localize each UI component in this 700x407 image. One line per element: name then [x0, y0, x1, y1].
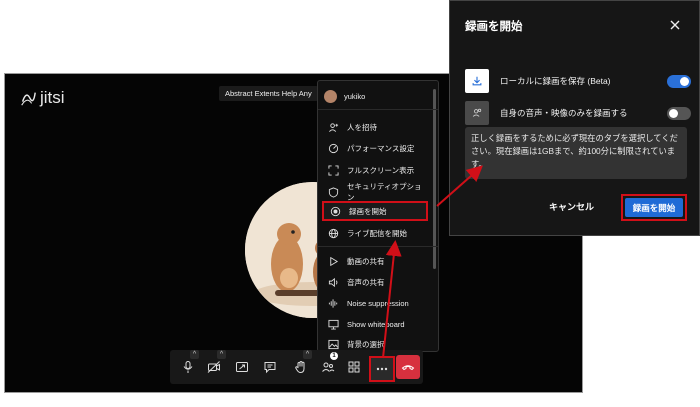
menu-item-label: Noise suppression	[347, 298, 409, 308]
grid-icon	[348, 361, 360, 373]
more-dots-icon	[376, 367, 388, 371]
cancel-button[interactable]: キャンセル	[549, 200, 594, 213]
camera-options-caret[interactable]: ^	[217, 350, 226, 359]
menu-item-share-video[interactable]: 動画の共有	[322, 251, 428, 271]
chat-icon	[264, 362, 276, 374]
image-icon	[328, 339, 339, 350]
logo-text: jitsi	[40, 88, 65, 107]
menu-divider	[318, 109, 438, 110]
mic-options-caret[interactable]: ^	[190, 350, 199, 359]
menu-item-label: 音声の共有	[347, 277, 385, 287]
chat-button[interactable]	[259, 356, 281, 378]
menu-item-fullscreen[interactable]: フルスクリーン表示	[322, 160, 428, 180]
jitsi-logo: jitsi	[19, 88, 65, 108]
start-recording-button-highlight: 録画を開始	[621, 194, 687, 221]
option-self-only: 自身の音声・映像のみを録画する	[465, 101, 691, 125]
camera-off-icon	[207, 361, 220, 373]
phone-hangup-icon	[401, 365, 415, 371]
toggle-knob	[680, 76, 689, 86]
menu-item-invite[interactable]: 人を招待	[322, 117, 428, 137]
more-actions-menu: yukiko 人を招待 パフォーマンス設定 フルスクリーン表示 セキュリティオプ…	[317, 80, 439, 352]
self-only-toggle[interactable]	[667, 106, 691, 120]
option-save-locally: ローカルに録画を保存 (Beta)	[465, 69, 691, 93]
menu-item-label: 背景の選択	[347, 339, 385, 349]
fullscreen-icon	[328, 164, 339, 176]
menu-item-start-recording[interactable]: 録画を開始	[322, 201, 428, 221]
participants-button[interactable]: 1	[317, 352, 339, 378]
microphone-button[interactable]	[177, 356, 199, 378]
menu-item-label: 録画を開始	[349, 206, 387, 216]
participants-icon	[322, 362, 335, 372]
menu-item-label: 人を招待	[347, 122, 377, 132]
download-icon	[465, 69, 489, 93]
close-icon[interactable]	[668, 18, 682, 32]
play-icon	[328, 256, 339, 267]
meeting-toolbar: ^ ^ ^ 1	[170, 350, 423, 384]
screen-share-icon	[236, 362, 248, 372]
menu-divider	[318, 246, 438, 247]
microphone-icon	[183, 361, 193, 373]
add-person-icon	[328, 122, 339, 133]
menu-item-label: セキュリティオプション	[347, 182, 422, 202]
waveform-icon	[328, 298, 339, 309]
raise-hand-button[interactable]	[290, 356, 312, 378]
menu-item-performance[interactable]: パフォーマンス設定	[322, 138, 428, 158]
whiteboard-icon	[328, 319, 339, 330]
menu-item-security[interactable]: セキュリティオプション	[322, 182, 428, 202]
jitsi-logo-icon	[21, 92, 36, 106]
user-name: yukiko	[344, 92, 366, 101]
gauge-icon	[328, 143, 339, 154]
option-save-locally-label: ローカルに録画を保存 (Beta)	[500, 76, 611, 86]
menu-item-label: Show whiteboard	[347, 319, 405, 329]
record-icon	[330, 206, 341, 217]
menu-item-label: フルスクリーン表示	[347, 165, 415, 175]
menu-item-label: 動画の共有	[347, 256, 385, 266]
hangup-button[interactable]	[396, 355, 420, 379]
shield-icon	[328, 186, 339, 198]
recording-notice: 正しく録画をするために必ず現在のタブを選択してください。現在録画は1GBまで、約…	[465, 127, 687, 179]
globe-icon	[328, 228, 339, 239]
menu-item-label: パフォーマンス設定	[347, 143, 415, 153]
user-avatar	[324, 90, 337, 103]
toggle-knob	[669, 108, 678, 118]
menu-item-share-audio[interactable]: 音声の共有	[322, 272, 428, 292]
menu-user: yukiko	[324, 90, 365, 103]
reactions-caret[interactable]: ^	[303, 350, 312, 359]
room-title: Abstract Extents Help Any	[219, 86, 318, 101]
camera-button[interactable]	[203, 356, 225, 378]
people-icon	[465, 101, 489, 125]
hand-icon	[295, 360, 305, 374]
menu-item-label: ライブ配信を開始	[347, 228, 407, 238]
menu-item-livestream[interactable]: ライブ配信を開始	[322, 223, 428, 243]
participant-count-badge: 1	[330, 352, 338, 360]
option-self-only-label: 自身の音声・映像のみを録画する	[500, 108, 628, 118]
start-recording-button[interactable]: 録画を開始	[625, 198, 683, 217]
tile-view-button[interactable]	[343, 356, 365, 378]
screen-share-button[interactable]	[231, 356, 253, 378]
more-actions-button[interactable]	[369, 356, 395, 382]
start-recording-dialog: 録画を開始 ローカルに録画を保存 (Beta) 自身の音声・映像のみを録画する …	[449, 0, 700, 236]
menu-item-noise-suppression[interactable]: Noise suppression	[322, 293, 428, 313]
dialog-title: 録画を開始	[465, 21, 523, 33]
speaker-icon	[328, 277, 339, 288]
menu-item-whiteboard[interactable]: Show whiteboard	[322, 314, 428, 334]
save-locally-toggle[interactable]	[667, 74, 691, 88]
menu-scrollbar[interactable]	[433, 89, 436, 269]
